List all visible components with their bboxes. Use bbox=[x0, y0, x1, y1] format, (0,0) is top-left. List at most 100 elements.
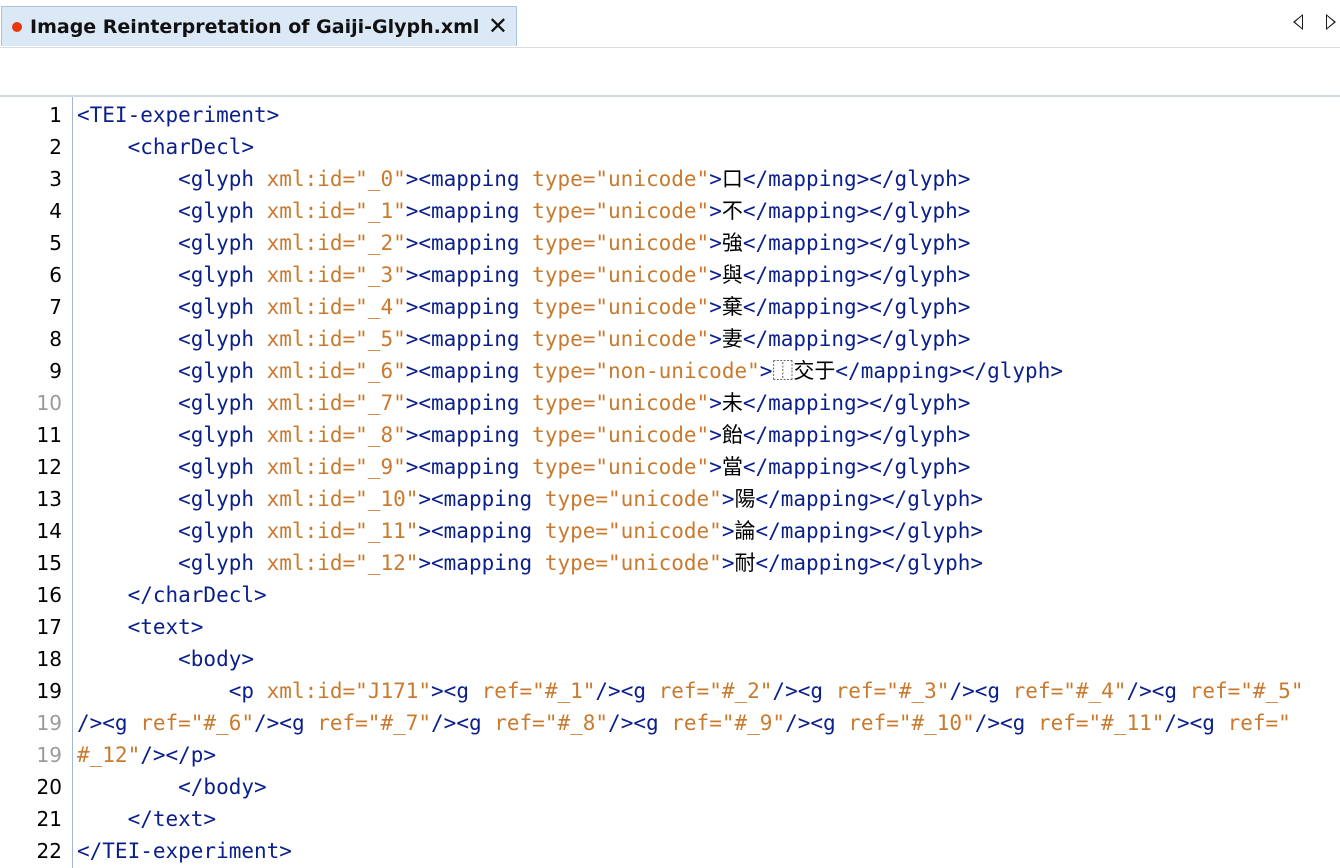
code-token-attr: ref="#_2" bbox=[658, 679, 773, 703]
code-token-tag: /><g bbox=[608, 711, 672, 735]
code-token-attr: ref="#_6" bbox=[140, 711, 255, 735]
code-token-tag: ><mapping bbox=[405, 391, 533, 415]
code-token-tag: </mapping></glyph> bbox=[742, 231, 971, 255]
code-text: <glyph xml:id="_0"><mapping type="unicod… bbox=[77, 163, 970, 195]
code-line[interactable]: 9 <glyph xml:id="_6"><mapping type="non-… bbox=[0, 355, 1340, 387]
code-token-attr: type="unicode" bbox=[544, 551, 722, 575]
code-line[interactable]: 17 <text> bbox=[0, 611, 1340, 643]
code-token-tag: </body> bbox=[77, 775, 267, 799]
code-token-tag: <glyph bbox=[77, 423, 267, 447]
code-token-tag: > bbox=[721, 519, 735, 543]
code-token-tag: <glyph bbox=[77, 263, 267, 287]
code-line[interactable]: 14 <glyph xml:id="_11"><mapping type="un… bbox=[0, 515, 1340, 547]
code-token-tag: /><g bbox=[1164, 711, 1228, 735]
code-token-txt: 棄 bbox=[721, 295, 743, 319]
code-line[interactable]: 1 <TEI-experiment> bbox=[0, 99, 1340, 131]
code-token-attr: xml:id="_2" bbox=[266, 231, 406, 255]
code-token-tag: ><mapping bbox=[405, 231, 533, 255]
code-line[interactable]: 21 </text> bbox=[0, 803, 1340, 835]
code-line[interactable]: 12 <glyph xml:id="_9"><mapping type="uni… bbox=[0, 451, 1340, 483]
code-token-attr: type="unicode" bbox=[532, 391, 710, 415]
code-token-attr: xml:id="_6" bbox=[266, 359, 406, 383]
line-number: 17 bbox=[36, 615, 62, 639]
line-number: 12 bbox=[36, 455, 62, 479]
code-token-tag: </charDecl> bbox=[77, 583, 267, 607]
close-tab-icon[interactable]: ✕ bbox=[488, 12, 508, 40]
line-number: 5 bbox=[49, 231, 62, 255]
code-token-tag: /><g bbox=[431, 711, 495, 735]
code-token-tag: /><g bbox=[1126, 679, 1190, 703]
code-token-attr: ref="#_10" bbox=[848, 711, 975, 735]
code-text: <glyph xml:id="_7"><mapping type="unicod… bbox=[77, 387, 970, 419]
code-token-tag: > bbox=[709, 327, 722, 351]
code-token-tag: <glyph bbox=[77, 167, 267, 191]
code-text: <glyph xml:id="_10"><mapping type="unico… bbox=[77, 483, 983, 515]
code-line[interactable]: 10 <glyph xml:id="_7"><mapping type="uni… bbox=[0, 387, 1340, 419]
code-token-attr: ref="#_9" bbox=[671, 711, 786, 735]
code-line[interactable]: 20 </body> bbox=[0, 771, 1340, 803]
code-token-tag: <glyph bbox=[77, 295, 267, 319]
code-token-tag: <charDecl> bbox=[77, 135, 255, 159]
code-token-tag: ><mapping bbox=[405, 455, 533, 479]
code-token-tag: <glyph bbox=[77, 231, 267, 255]
code-token-tag: /><g bbox=[785, 711, 849, 735]
code-token-attr: xml:id="_0" bbox=[266, 167, 406, 191]
code-line[interactable]: 11 <glyph xml:id="_8"><mapping type="uni… bbox=[0, 419, 1340, 451]
code-line[interactable]: 4 <glyph xml:id="_1"><mapping type="unic… bbox=[0, 195, 1340, 227]
line-number: 22 bbox=[36, 839, 62, 863]
line-number: 16 bbox=[36, 583, 62, 607]
code-text: <text> bbox=[77, 611, 204, 643]
code-token-attr: type="unicode" bbox=[532, 199, 710, 223]
code-token-tag: ><mapping bbox=[405, 263, 533, 287]
code-token-attr: ref="#_8" bbox=[494, 711, 609, 735]
code-line[interactable]: 16 </charDecl> bbox=[0, 579, 1340, 611]
line-number: 20 bbox=[36, 775, 62, 799]
tab-title: Image Reinterpretation of Gaiji-Glyph.xm… bbox=[30, 15, 480, 38]
code-token-tag: <glyph bbox=[77, 359, 267, 383]
code-line[interactable]: 19/><g ref="#_6"/><g ref="#_7"/><g ref="… bbox=[0, 707, 1340, 739]
code-token-tag: <p bbox=[77, 679, 267, 703]
code-token-attr: ref=" bbox=[1227, 711, 1291, 735]
code-line[interactable]: 19 #_12"/></p> bbox=[0, 739, 1340, 771]
line-number: 6 bbox=[49, 263, 62, 287]
code-line[interactable]: 3 <glyph xml:id="_0"><mapping type="unic… bbox=[0, 163, 1340, 195]
scroll-tabs-left-icon[interactable] bbox=[1293, 14, 1303, 30]
code-token-attr: type="unicode" bbox=[532, 455, 710, 479]
code-token-tag: <TEI-experiment> bbox=[77, 103, 280, 127]
code-line[interactable]: 7 <glyph xml:id="_4"><mapping type="unic… bbox=[0, 291, 1340, 323]
editor-tab[interactable]: Image Reinterpretation of Gaiji-Glyph.xm… bbox=[1, 6, 517, 46]
code-token-tag: </mapping></glyph> bbox=[742, 455, 971, 479]
code-token-attr: ref="#_5" bbox=[1189, 679, 1304, 703]
code-line[interactable]: 19 <p xml:id="J171"><g ref="#_1"/><g ref… bbox=[0, 675, 1340, 707]
code-token-tag: <glyph bbox=[77, 519, 267, 543]
code-token-tag: </mapping></glyph> bbox=[755, 551, 984, 575]
code-line[interactable]: 6 <glyph xml:id="_3"><mapping type="unic… bbox=[0, 259, 1340, 291]
code-token-tag: </TEI-experiment> bbox=[77, 839, 292, 863]
line-number: 19 bbox=[36, 711, 62, 735]
code-text: <glyph xml:id="_12"><mapping type="unico… bbox=[77, 547, 983, 579]
code-token-tag: > bbox=[721, 551, 735, 575]
line-number: 14 bbox=[36, 519, 62, 543]
code-token-tag: </mapping></glyph> bbox=[755, 487, 984, 511]
code-token-tag: ><mapping bbox=[405, 295, 533, 319]
code-line[interactable]: 5 <glyph xml:id="_2"><mapping type="unic… bbox=[0, 227, 1340, 259]
code-token-attr: xml:id="_5" bbox=[266, 327, 406, 351]
code-line[interactable]: 22 </TEI-experiment> bbox=[0, 835, 1340, 867]
code-token-attr: ref="#_3" bbox=[835, 679, 950, 703]
code-line[interactable]: 8 <glyph xml:id="_5"><mapping type="unic… bbox=[0, 323, 1340, 355]
code-token-txt: 當 bbox=[721, 455, 743, 479]
scroll-tabs-right-icon[interactable] bbox=[1326, 14, 1336, 30]
line-number: 3 bbox=[49, 167, 62, 191]
code-line[interactable]: 2 <charDecl> bbox=[0, 131, 1340, 163]
code-line[interactable]: 13 <glyph xml:id="_10"><mapping type="un… bbox=[0, 483, 1340, 515]
code-line[interactable]: 18 <body> bbox=[0, 643, 1340, 675]
code-token-tag: /><g bbox=[254, 711, 318, 735]
editor-tab-bar: Image Reinterpretation of Gaiji-Glyph.xm… bbox=[0, 0, 1340, 48]
code-token-txt: 未 bbox=[721, 391, 743, 415]
code-line[interactable]: 15 <glyph xml:id="_12"><mapping type="un… bbox=[0, 547, 1340, 579]
code-text: </TEI-experiment> bbox=[77, 835, 292, 867]
code-token-tag: <glyph bbox=[77, 391, 267, 415]
code-editor[interactable]: 1 <TEI-experiment> 2 <charDecl> 3 <glyph xm… bbox=[0, 97, 1340, 868]
line-number: 13 bbox=[36, 487, 62, 511]
code-token-tag: <glyph bbox=[77, 551, 267, 575]
